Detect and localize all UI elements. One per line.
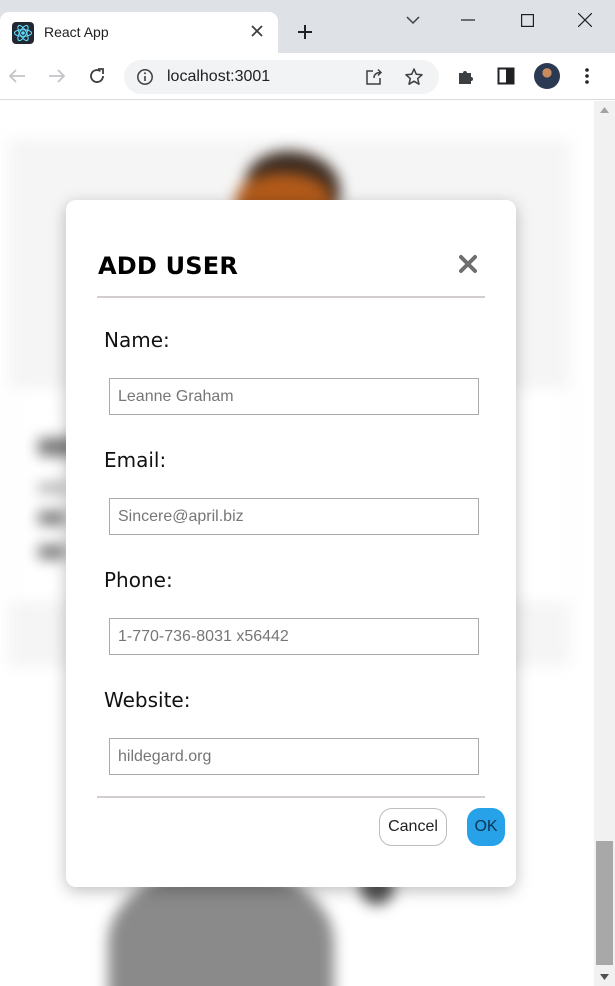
page-viewport: ADD USER Name: Email: Phone: Website: Ca… (0, 101, 615, 986)
page-scrollbar[interactable] (594, 101, 615, 986)
tab-close-icon[interactable] (246, 20, 268, 42)
background-text-line (38, 483, 68, 493)
email-label: Email: (104, 448, 167, 472)
star-icon[interactable] (404, 67, 424, 87)
address-bar[interactable]: localhost:3001 (124, 60, 439, 94)
ok-button[interactable]: OK (467, 808, 505, 846)
minimize-icon[interactable] (456, 8, 480, 32)
maximize-icon[interactable] (515, 8, 539, 32)
new-tab-icon[interactable] (293, 20, 317, 44)
header-divider (97, 296, 485, 298)
close-icon[interactable] (456, 252, 480, 276)
share-icon[interactable] (364, 67, 384, 87)
phone-input[interactable] (109, 618, 479, 655)
website-label: Website: (104, 688, 191, 712)
browser-tabstrip: React App (0, 0, 615, 53)
scroll-up-arrow-icon[interactable] (594, 103, 615, 117)
website-input[interactable] (109, 738, 479, 775)
side-panel-icon[interactable] (493, 63, 519, 89)
window-close-icon[interactable] (573, 8, 597, 32)
phone-label: Phone: (104, 568, 173, 592)
cancel-button[interactable]: Cancel (379, 808, 447, 846)
browser-tab[interactable]: React App (0, 12, 278, 53)
scroll-down-arrow-icon[interactable] (594, 970, 615, 984)
browser-toolbar: localhost:3001 (0, 53, 615, 100)
add-user-modal: ADD USER Name: Email: Phone: Website: Ca… (66, 200, 516, 887)
background-text-line (38, 511, 66, 525)
background-text-line (38, 545, 66, 559)
info-icon[interactable] (136, 68, 154, 86)
arrow-right-icon[interactable] (44, 63, 70, 89)
email-input[interactable] (109, 498, 479, 535)
name-input[interactable] (109, 378, 479, 415)
react-logo-icon (12, 22, 34, 44)
tab-search-chevron-icon[interactable] (401, 8, 425, 32)
modal-title: ADD USER (98, 252, 239, 280)
tab-title: React App (44, 24, 109, 40)
profile-avatar[interactable] (534, 63, 560, 89)
kebab-menu-icon[interactable] (574, 63, 600, 89)
arrow-left-icon[interactable] (4, 63, 30, 89)
reload-icon[interactable] (84, 63, 110, 89)
scrollbar-thumb[interactable] (596, 841, 613, 965)
puzzle-icon[interactable] (453, 63, 479, 89)
footer-divider (97, 796, 485, 798)
url-text[interactable]: localhost:3001 (167, 68, 270, 86)
name-label: Name: (104, 328, 170, 352)
